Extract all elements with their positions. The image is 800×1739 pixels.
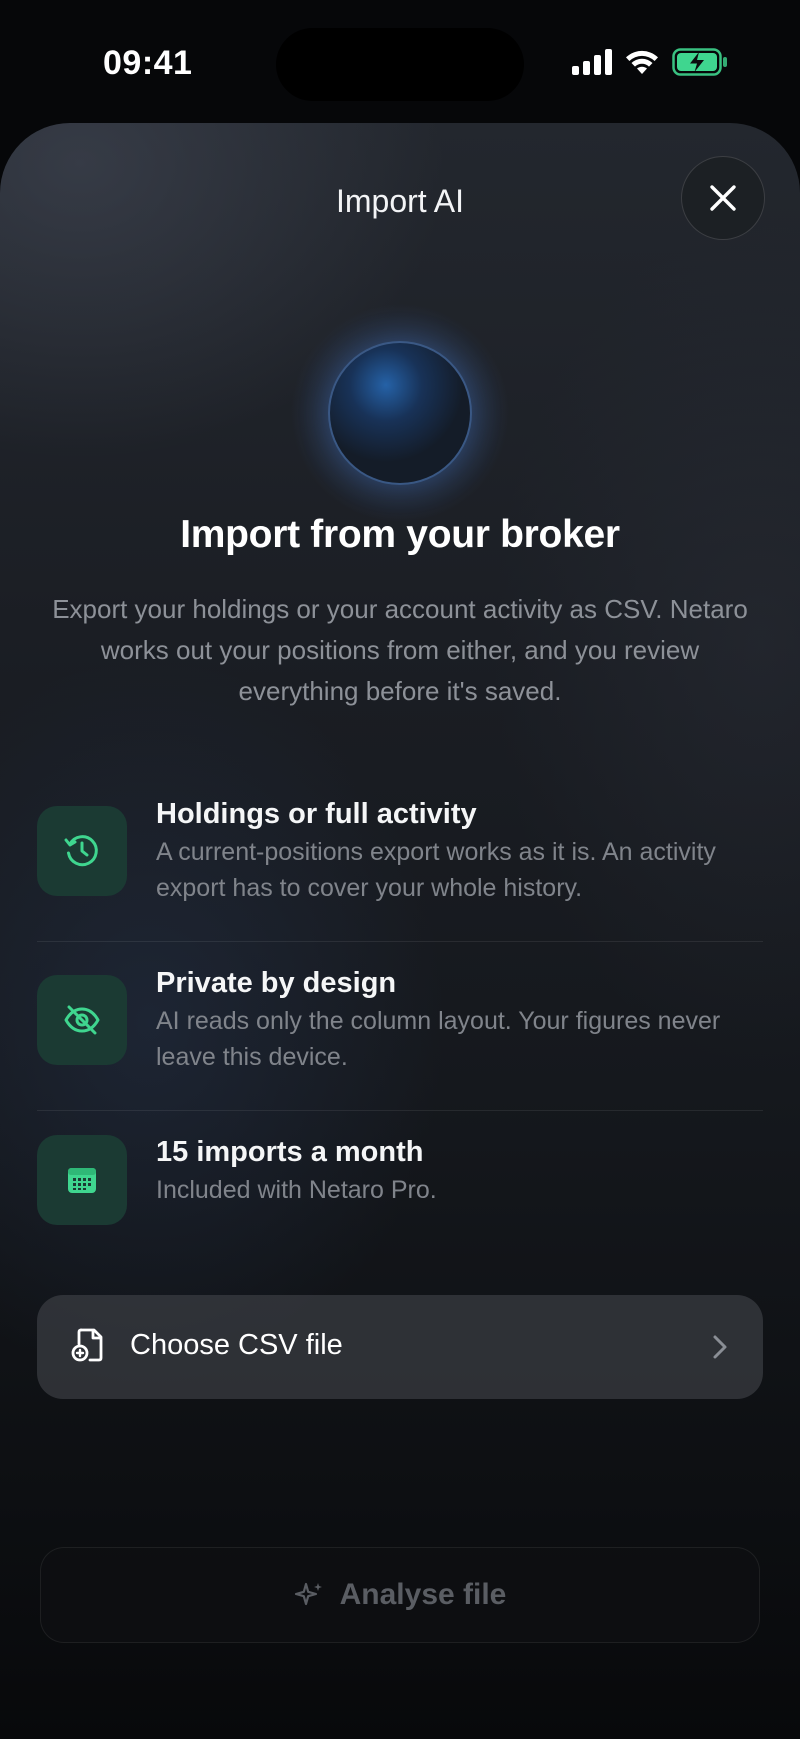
feature-icon-tile [37,1135,127,1225]
analyse-file-label: Analyse file [339,1578,507,1611]
wifi-icon [626,50,658,74]
feature-icon-tile [37,806,127,896]
feature-description: A current-positions export works as it i… [156,838,716,902]
feature-item-imports: 15 imports a month Included with Netaro … [37,1135,763,1255]
file-icon [71,1328,103,1362]
feature-title: 15 imports a month [156,1136,424,1168]
close-button[interactable] [681,156,765,240]
feature-description: AI reads only the column layout. Your fi… [156,1007,721,1071]
intro-text: Export your holdings or your account act… [52,594,748,706]
calendar-icon [68,1168,96,1193]
analyse-file-button[interactable]: Analyse file [40,1547,760,1643]
import-ai-sheet: Import AI Import from your broker Export… [0,123,800,1739]
feature-title: Holdings or full activity [156,798,477,830]
choose-csv-label: Choose CSV file [130,1329,343,1361]
battery-charging-icon [672,48,727,76]
status-icons [572,48,728,76]
ai-orb [290,303,510,523]
status-bar: 09:41 [0,0,800,120]
feature-title: Private by design [156,967,397,999]
feature-description: Included with Netaro Pro. [156,1176,437,1204]
feature-icon-tile [37,975,127,1065]
status-time: 09:41 [103,44,193,82]
dynamic-island [276,28,524,101]
close-icon [710,185,736,211]
feature-item-holdings: Holdings or full activity A current-posi… [37,798,763,976]
cellular-signal-icon [572,49,612,75]
eye-slash-icon [64,1005,100,1035]
divider [37,941,763,942]
chevron-right-icon [713,1335,727,1359]
headline: Import from your broker [180,513,620,556]
screen: 09:41 Import AI Import from your broker … [0,0,800,1739]
sparkle-icon [294,1582,322,1606]
choose-csv-file-button[interactable]: Choose CSV file [37,1295,763,1399]
divider [37,1110,763,1111]
history-clock-icon [64,835,98,867]
sheet-title: Import AI [335,183,465,219]
feature-item-private: Private by design AI reads only the colu… [37,967,763,1145]
